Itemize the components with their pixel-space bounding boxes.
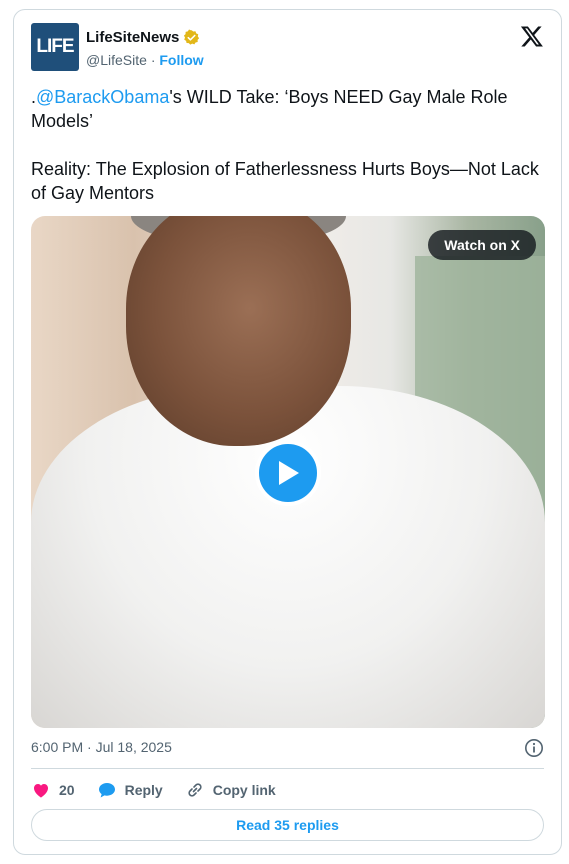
divider (31, 768, 544, 769)
watch-on-x-button[interactable]: Watch on X (428, 230, 536, 260)
tweet-actions: 20 Reply Copy link (31, 778, 276, 802)
video-subject-head (126, 216, 351, 446)
author-name-row: LifeSiteNews (86, 29, 200, 46)
info-icon[interactable] (524, 738, 544, 758)
follow-button[interactable]: Follow (159, 52, 203, 68)
copy-link-action[interactable]: Copy link (185, 780, 276, 800)
video-subject-shirt (31, 386, 545, 728)
tweet-text-line1: .@BarackObama's WILD Take: ‘Boys NEED Ga… (31, 85, 541, 133)
copy-link-label: Copy link (212, 782, 276, 798)
author-handle[interactable]: @LifeSite (86, 52, 147, 68)
reply-action[interactable]: Reply (97, 780, 163, 800)
link-icon (188, 783, 202, 797)
heart-icon (34, 784, 48, 798)
tweet-timestamp[interactable]: 6:00 PM · Jul 18, 2025 (31, 739, 172, 755)
like-count: 20 (59, 782, 75, 798)
verified-badge-icon (184, 29, 200, 45)
reply-label: Reply (124, 782, 163, 798)
tweet-header: LIFE LifeSiteNews @LifeSite · Follow (31, 23, 544, 73)
video-player[interactable]: Watch on X (31, 216, 545, 728)
tweet-text: .@BarackObama's WILD Take: ‘Boys NEED Ga… (31, 85, 541, 229)
play-button[interactable] (255, 440, 321, 506)
handle-separator: · (150, 52, 156, 68)
author-name[interactable]: LifeSiteNews (86, 29, 179, 46)
tweet-text-line2: Reality: The Explosion of Fatherlessness… (31, 159, 539, 203)
reply-bubble-icon (98, 783, 115, 798)
tweet-card: LIFE LifeSiteNews @LifeSite · Follow .@B… (13, 9, 562, 855)
x-logo-icon[interactable] (520, 24, 544, 48)
mention-link[interactable]: @BarackObama (36, 87, 169, 107)
avatar-logo-text: LIFE (36, 36, 74, 57)
read-replies-button[interactable]: Read 35 replies (31, 809, 544, 841)
like-action[interactable]: 20 (31, 780, 75, 800)
avatar[interactable]: LIFE (31, 23, 79, 71)
play-icon (279, 461, 299, 485)
author-handle-row: @LifeSite · Follow (86, 52, 204, 68)
